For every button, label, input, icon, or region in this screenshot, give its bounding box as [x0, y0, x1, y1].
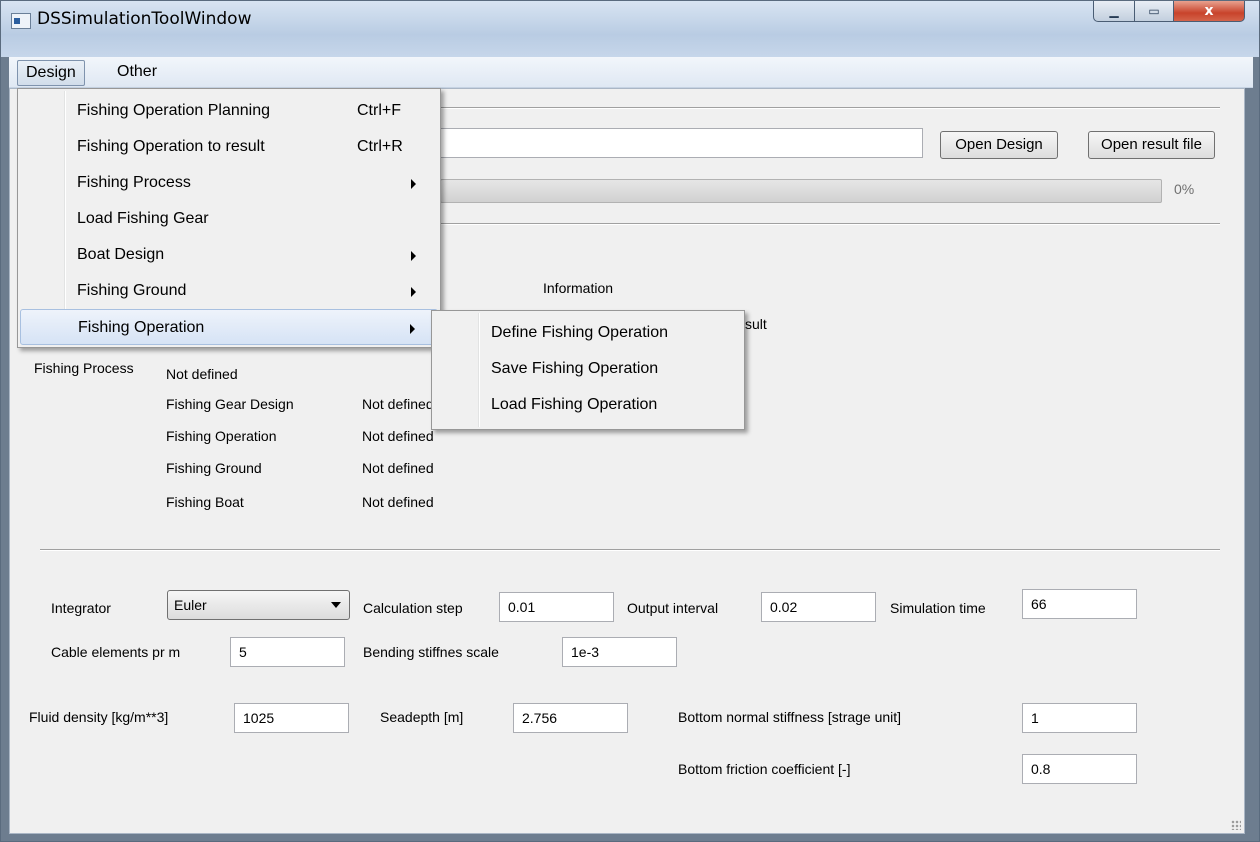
- cable-elements-input[interactable]: 5: [230, 637, 345, 667]
- minimize-button[interactable]: ▁: [1093, 1, 1135, 22]
- fishing-ground-label: Fishing Ground: [166, 460, 262, 476]
- menu-item-shortcut: Ctrl+F: [357, 102, 401, 119]
- partial-result-label: sult: [745, 316, 767, 332]
- menu-item-fishing-operation[interactable]: Fishing Operation: [20, 309, 438, 345]
- bottom-normal-stiffness-label: Bottom normal stiffness [strage unit]: [678, 709, 902, 725]
- bending-stiffness-input[interactable]: 1e-3: [562, 637, 677, 667]
- fishing-process-value: Not defined: [166, 366, 238, 382]
- calculation-step-label: Calculation step: [363, 600, 463, 616]
- fishing-boat-label: Fishing Boat: [166, 494, 244, 510]
- submenu-arrow-icon: [411, 251, 416, 261]
- simulation-time-label: Simulation time: [890, 600, 986, 616]
- seadepth-label: Seadepth [m]: [380, 709, 464, 725]
- app-icon: [11, 13, 31, 29]
- simulation-time-input[interactable]: 66: [1022, 589, 1137, 619]
- section-divider: [40, 549, 1220, 551]
- menu-item-shortcut: Ctrl+R: [357, 138, 403, 155]
- menu-item-label: Boat Design: [77, 246, 165, 263]
- chevron-down-icon: [331, 602, 341, 608]
- progress-bar: [440, 179, 1162, 203]
- submenu-arrow-icon: [411, 179, 416, 189]
- open-result-file-button[interactable]: Open result file: [1088, 131, 1215, 159]
- menu-item-label: Save Fishing Operation: [491, 360, 659, 377]
- output-interval-input[interactable]: 0.02: [761, 592, 876, 622]
- fishing-gear-design-label: Fishing Gear Design: [166, 396, 294, 412]
- fishing-operation-label: Fishing Operation: [166, 428, 277, 444]
- menu-design[interactable]: Design: [17, 60, 85, 86]
- fishing-ground-value: Not defined: [362, 460, 434, 476]
- maximize-icon: ▭: [1148, 4, 1160, 18]
- menu-item-boat-design[interactable]: Boat Design: [20, 237, 438, 273]
- output-interval-label: Output interval: [627, 600, 719, 616]
- menu-item-load-fishing-operation[interactable]: Load Fishing Operation: [434, 387, 742, 423]
- menu-item-label: Load Fishing Gear: [77, 210, 209, 227]
- menu-item-label: Fishing Ground: [77, 282, 187, 299]
- menu-item-label: Fishing Operation Planning: [77, 102, 271, 119]
- seadepth-input[interactable]: 2.756: [513, 703, 628, 733]
- bottom-friction-input[interactable]: 0.8: [1022, 754, 1137, 784]
- menu-bar: Design Other: [9, 57, 1253, 88]
- window-title: DSSimulationToolWindow: [37, 9, 252, 29]
- design-path-input[interactable]: [440, 128, 923, 158]
- menu-item-save-fishing-operation[interactable]: Save Fishing Operation: [434, 351, 742, 387]
- integrator-select[interactable]: Euler: [167, 590, 350, 620]
- fishing-operation-value: Not defined: [362, 428, 434, 444]
- integrator-label: Integrator: [51, 600, 111, 616]
- menu-item-load-fishing-gear[interactable]: Load Fishing Gear: [20, 201, 438, 237]
- information-label: Information: [543, 280, 614, 296]
- fishing-operation-submenu: Define Fishing Operation Save Fishing Op…: [431, 310, 745, 430]
- bottom-normal-stiffness-input[interactable]: 1: [1022, 703, 1137, 733]
- menu-item-fishing-process[interactable]: Fishing Process: [20, 165, 438, 201]
- fishing-gear-design-value: Not defined: [362, 396, 434, 412]
- calculation-step-input[interactable]: 0.01: [499, 592, 614, 622]
- window-controls: ▁ ▭ x: [1093, 1, 1253, 23]
- menu-item-label: Fishing Process: [77, 174, 191, 191]
- title-bar[interactable]: DSSimulationToolWindow ▁ ▭ x: [1, 1, 1259, 57]
- menu-item-fishing-operation-to-result[interactable]: Fishing Operation to result Ctrl+R: [20, 129, 438, 165]
- minimize-icon: ▁: [1109, 4, 1119, 18]
- bending-stiffness-label: Bending stiffnes scale: [363, 644, 499, 660]
- group-divider-top: [440, 107, 1220, 109]
- close-icon: x: [1204, 3, 1214, 19]
- menu-item-label: Define Fishing Operation: [491, 324, 668, 341]
- open-design-button[interactable]: Open Design: [940, 131, 1058, 159]
- resize-grip-icon[interactable]: [1231, 820, 1241, 830]
- fluid-density-label: Fluid density [kg/m**3]: [29, 709, 169, 725]
- progress-label: 0%: [1174, 181, 1195, 197]
- menu-item-label: Load Fishing Operation: [491, 396, 658, 413]
- fluid-density-input[interactable]: 1025: [234, 703, 349, 733]
- menu-item-fishing-ground[interactable]: Fishing Ground: [20, 273, 438, 309]
- submenu-arrow-icon: [411, 287, 416, 297]
- menu-item-label: Fishing Operation: [78, 319, 205, 336]
- menu-other[interactable]: Other: [109, 60, 165, 84]
- group-divider-mid: [440, 223, 1220, 225]
- maximize-button[interactable]: ▭: [1135, 1, 1174, 22]
- bottom-friction-label: Bottom friction coefficient [-]: [678, 761, 851, 777]
- fishing-boat-value: Not defined: [362, 494, 434, 510]
- close-button[interactable]: x: [1174, 1, 1245, 22]
- menu-item-label: Fishing Operation to result: [77, 138, 265, 155]
- integrator-select-value: Euler: [174, 597, 207, 613]
- menu-item-define-fishing-operation[interactable]: Define Fishing Operation: [434, 315, 742, 351]
- submenu-arrow-icon: [410, 324, 415, 334]
- design-menu: Fishing Operation Planning Ctrl+F Fishin…: [17, 88, 441, 348]
- menu-item-fishing-operation-planning[interactable]: Fishing Operation Planning Ctrl+F: [20, 93, 438, 129]
- fishing-process-label: Fishing Process: [34, 360, 134, 376]
- cable-elements-label: Cable elements pr m: [51, 644, 181, 660]
